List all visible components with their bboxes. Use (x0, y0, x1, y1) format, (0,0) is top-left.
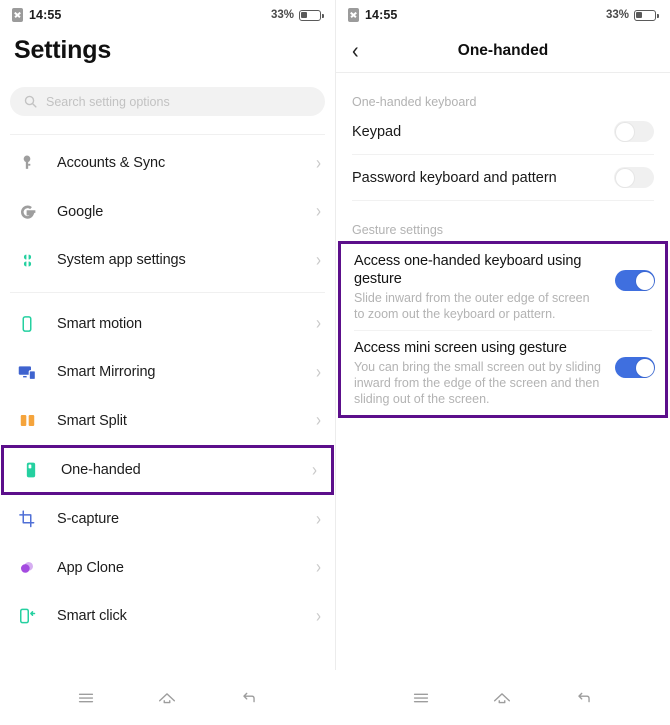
section-header: Gesture settings (352, 223, 444, 237)
chevron-right-icon: › (316, 313, 321, 335)
one-handed-screen: 14:55 33% ‹ One-handed One-handed keyboa… (335, 0, 670, 670)
settings-row-smart-motion[interactable]: Smart motion › (0, 300, 335, 349)
settings-row-accounts-sync[interactable]: Accounts & Sync › (0, 139, 335, 188)
toggle-access-mini-screen-using-gesture[interactable] (615, 357, 655, 378)
toggle-container (615, 252, 655, 291)
back-icon[interactable] (236, 687, 262, 709)
settings-screen: 14:55 33% Settings Search setting option… (0, 0, 335, 670)
settings-row-smart-split[interactable]: Smart Split › (0, 397, 335, 446)
page-title: Settings (14, 36, 112, 64)
list-section-divider (10, 291, 325, 293)
settings-row-label: App Clone (57, 559, 124, 576)
section-header: One-handed keyboard (352, 95, 477, 109)
option-row-password-keyboard-and-pattern[interactable]: Password keyboard and pattern (336, 155, 670, 200)
battery-percent: 33% (270, 9, 294, 21)
option-text-block: Access one-handed keyboard using gesture… (354, 252, 615, 322)
battery-icon (299, 9, 324, 21)
settings-row-google[interactable]: Google › (0, 188, 335, 237)
settings-row-label: Accounts & Sync (57, 155, 166, 172)
chevron-right-icon: › (312, 459, 317, 481)
split-panels-icon (16, 410, 38, 432)
status-bar-left-group: 14:55 (12, 8, 61, 22)
gesture-settings-highlight-box: Access one-handed keyboard using gesture… (338, 241, 668, 418)
option-text-block: Access mini screen using gesture You can … (354, 339, 615, 407)
bottom-nav-left (0, 670, 335, 725)
option-description: Slide inward from the outer edge of scre… (354, 291, 590, 321)
settings-row-label: Google (57, 203, 104, 220)
settings-row-smart-mirroring[interactable]: Smart Mirroring › (0, 348, 335, 397)
smart-click-icon (16, 605, 38, 627)
chevron-right-icon: › (316, 410, 321, 432)
monitor-phone-icon (16, 361, 38, 383)
search-input[interactable]: Search setting options (10, 87, 325, 116)
status-bar-left-group: 14:55 (348, 8, 397, 22)
app-clone-icon (16, 557, 38, 579)
settings-row-label: S-capture (57, 511, 119, 528)
settings-row-system-app-settings[interactable]: System app settings › (0, 236, 335, 285)
chevron-right-icon: › (316, 361, 321, 383)
key-icon (16, 152, 38, 174)
settings-row-label: System app settings (57, 252, 186, 269)
status-time: 14:55 (29, 8, 62, 22)
bottom-nav-right (335, 670, 670, 725)
settings-row-label: One-handed (61, 462, 141, 478)
sim-card-off-icon (348, 8, 359, 22)
settings-row-one-handed[interactable]: One-handed › (1, 445, 334, 495)
one-handed-content: One-handed keyboard Keypad Password keyboa… (336, 73, 670, 418)
settings-row-smart-click[interactable]: Smart click › (0, 592, 335, 641)
option-row-keypad[interactable]: Keypad (336, 109, 670, 154)
recents-menu-icon[interactable] (73, 687, 99, 709)
settings-row-s-capture[interactable]: S-capture › (0, 495, 335, 544)
chevron-right-icon: › (316, 152, 321, 174)
option-row-access-one-handed-keyboard-using-gesture[interactable]: Access one-handed keyboard using gesture… (341, 244, 665, 330)
option-description: You can bring the small screen out by sl… (354, 360, 601, 406)
option-label: Access one-handed keyboard using gesture (354, 253, 582, 287)
toggle-password-keyboard-and-pattern[interactable] (614, 167, 654, 188)
crop-icon (16, 508, 38, 530)
dual-screenshot-container: 14:55 33% Settings Search setting option… (0, 0, 670, 670)
status-time: 14:55 (365, 8, 398, 22)
status-bar-right: 14:55 33% (336, 0, 670, 30)
phone-outline-icon (16, 313, 38, 335)
bottom-navigation (0, 670, 670, 725)
battery-icon (634, 9, 659, 21)
settings-row-label: Smart click (57, 608, 127, 625)
section-rows: Keypad Password keyboard and pattern (336, 109, 670, 201)
toggle-keypad[interactable] (614, 121, 654, 142)
toggle-container (615, 339, 655, 378)
search-placeholder: Search setting options (46, 94, 170, 109)
chevron-right-icon: › (316, 557, 321, 579)
home-icon[interactable] (154, 687, 180, 709)
four-petals-icon (16, 249, 38, 271)
search-icon (24, 95, 37, 108)
one-handed-icon (20, 459, 42, 481)
recents-menu-icon[interactable] (408, 687, 434, 709)
chevron-right-icon: › (316, 201, 321, 223)
option-row-access-mini-screen-using-gesture[interactable]: Access mini screen using gesture You can … (341, 331, 665, 415)
settings-list: Accounts & Sync › Google › System app settin… (0, 139, 335, 641)
detail-header: ‹ One-handed (336, 30, 670, 72)
chevron-right-icon: › (316, 508, 321, 530)
settings-row-label: Smart Split (57, 412, 127, 429)
option-label: Keypad (352, 123, 402, 140)
home-icon[interactable] (489, 687, 515, 709)
settings-row-app-clone[interactable]: App Clone › (0, 544, 335, 593)
search-divider (10, 134, 325, 135)
back-icon[interactable] (571, 687, 597, 709)
google-g-icon (16, 201, 38, 223)
sim-card-off-icon (12, 8, 23, 22)
option-label: Password keyboard and pattern (352, 169, 557, 186)
option-label: Access mini screen using gesture (354, 340, 567, 356)
status-bar-right-group: 33% (605, 9, 659, 21)
settings-row-label: Smart motion (57, 315, 143, 332)
settings-row-label: Smart Mirroring (57, 364, 156, 381)
chevron-right-icon: › (316, 249, 321, 271)
battery-percent: 33% (605, 9, 629, 21)
chevron-left-icon[interactable]: ‹ (352, 40, 359, 63)
detail-title: One-handed (457, 42, 549, 59)
chevron-right-icon: › (316, 605, 321, 627)
status-bar-left: 14:55 33% (0, 0, 335, 30)
status-bar-right-group: 33% (270, 9, 324, 21)
toggle-access-one-handed-keyboard-using-gesture[interactable] (615, 270, 655, 291)
